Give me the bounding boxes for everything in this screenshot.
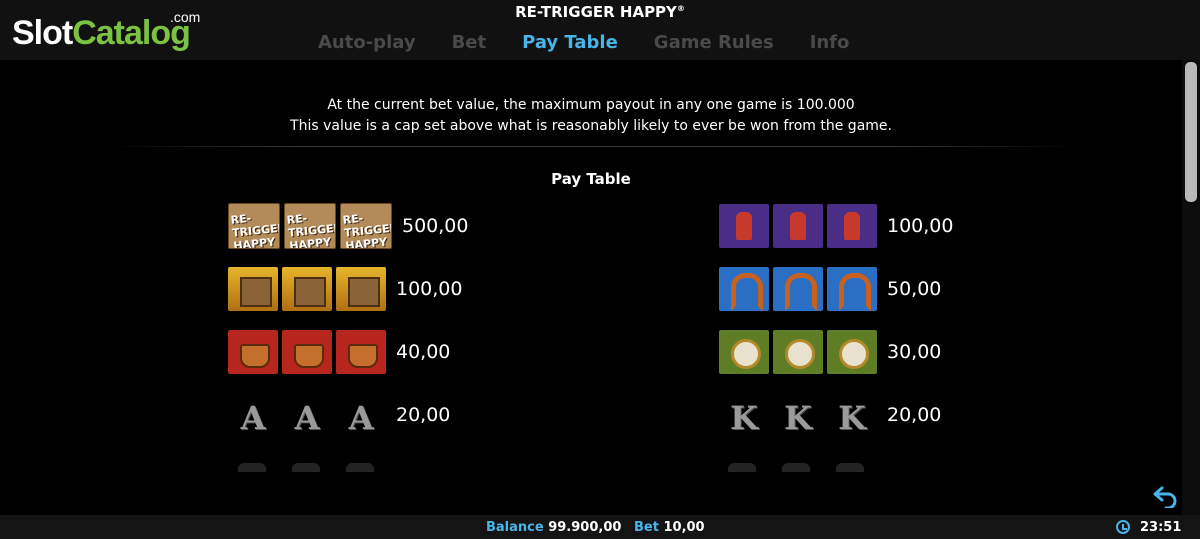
king-letter: K xyxy=(730,399,758,437)
divider xyxy=(110,146,1080,147)
pay-row-horseshoe: 50,00 xyxy=(719,267,941,311)
pocket-watch-symbol xyxy=(827,330,877,374)
payout-value: 100,00 xyxy=(396,278,463,300)
tab-info[interactable]: Info xyxy=(792,32,868,53)
bet-display: Bet 10,00 xyxy=(634,520,705,535)
pay-table-title: Pay Table xyxy=(551,170,631,188)
partial-row-right xyxy=(728,462,890,472)
ace-symbol: A xyxy=(228,393,278,437)
bucket-symbol xyxy=(228,330,278,374)
tab-game-rules[interactable]: Game Rules xyxy=(636,32,792,53)
bandit-symbol xyxy=(827,204,877,248)
saloon-symbol xyxy=(228,267,278,311)
status-bar: Balance 99.900,00 Bet 10,00 23:51 xyxy=(0,515,1200,539)
balance-value: 99.900,00 xyxy=(548,520,622,535)
payout-value: 100,00 xyxy=(887,215,954,237)
horseshoe-symbol xyxy=(719,267,769,311)
partial-row-left xyxy=(238,462,400,472)
clock-time: 23:51 xyxy=(1140,520,1182,535)
game-title-text: RE-TRIGGER HAPPY xyxy=(515,3,677,21)
bet-label: Bet xyxy=(634,520,659,535)
king-symbol: K xyxy=(773,393,823,437)
back-arrow-icon[interactable] xyxy=(1152,484,1180,510)
tab-auto-play[interactable]: Auto-play xyxy=(300,32,434,53)
ace-letter: A xyxy=(294,399,320,437)
trademark-mark: ® xyxy=(676,4,685,13)
balance-label: Balance xyxy=(486,520,544,535)
retrigger-logo-symbol: RE-TRIGGER HAPPY xyxy=(340,203,392,249)
pay-row-logo: RE-TRIGGER HAPPY RE-TRIGGER HAPPY RE-TRI… xyxy=(228,203,469,249)
ace-letter: A xyxy=(348,399,374,437)
clock-icon xyxy=(1116,520,1130,534)
saloon-symbol xyxy=(282,267,332,311)
king-letter: K xyxy=(784,399,812,437)
logo-symbol-text: RE-TRIGGER HAPPY xyxy=(342,211,392,249)
pay-row-ace: A A A 20,00 xyxy=(228,393,451,437)
horseshoe-symbol xyxy=(827,267,877,311)
pay-row-king: K K K 20,00 xyxy=(719,393,941,437)
max-payout-notice: At the current bet value, the maximum pa… xyxy=(327,97,855,113)
ace-symbol: A xyxy=(336,393,386,437)
tab-bet[interactable]: Bet xyxy=(434,32,505,53)
ace-symbol: A xyxy=(282,393,332,437)
pocket-watch-symbol xyxy=(773,330,823,374)
retrigger-logo-symbol: RE-TRIGGER HAPPY xyxy=(228,203,280,249)
logo-symbol-text: RE-TRIGGER HAPPY xyxy=(230,211,280,249)
tab-bar: Auto-play Bet Pay Table Game Rules Info xyxy=(300,32,867,53)
game-title: RE-TRIGGER HAPPY® xyxy=(0,3,1200,21)
ace-letter: A xyxy=(240,399,266,437)
payout-value: 50,00 xyxy=(887,278,942,300)
king-symbol: K xyxy=(719,393,769,437)
payout-value: 40,00 xyxy=(396,341,451,363)
cap-notice: This value is a cap set above what is re… xyxy=(290,118,892,134)
payout-value: 500,00 xyxy=(402,215,469,237)
pay-row-bandit: 100,00 xyxy=(719,204,953,248)
retrigger-logo-symbol: RE-TRIGGER HAPPY xyxy=(284,203,336,249)
bandit-symbol xyxy=(773,204,823,248)
bucket-symbol xyxy=(336,330,386,374)
king-letter: K xyxy=(838,399,866,437)
tab-pay-table[interactable]: Pay Table xyxy=(504,32,636,53)
bucket-symbol xyxy=(282,330,332,374)
scrollbar-thumb[interactable] xyxy=(1185,62,1197,202)
payout-value: 30,00 xyxy=(887,341,942,363)
king-symbol: K xyxy=(827,393,877,437)
payout-value: 20,00 xyxy=(396,404,451,426)
pay-row-watch: 30,00 xyxy=(719,330,941,374)
payout-value: 20,00 xyxy=(887,404,942,426)
pay-row-saloon: 100,00 xyxy=(228,267,462,311)
horseshoe-symbol xyxy=(773,267,823,311)
bet-value: 10,00 xyxy=(663,520,705,535)
bandit-symbol xyxy=(719,204,769,248)
top-bar: SlotCatalog .com RE-TRIGGER HAPPY® Auto-… xyxy=(0,0,1200,60)
pay-row-bucket: 40,00 xyxy=(228,330,450,374)
pocket-watch-symbol xyxy=(719,330,769,374)
balance-display: Balance 99.900,00 xyxy=(486,520,621,535)
logo-symbol-text: RE-TRIGGER HAPPY xyxy=(286,211,336,249)
saloon-symbol xyxy=(336,267,386,311)
